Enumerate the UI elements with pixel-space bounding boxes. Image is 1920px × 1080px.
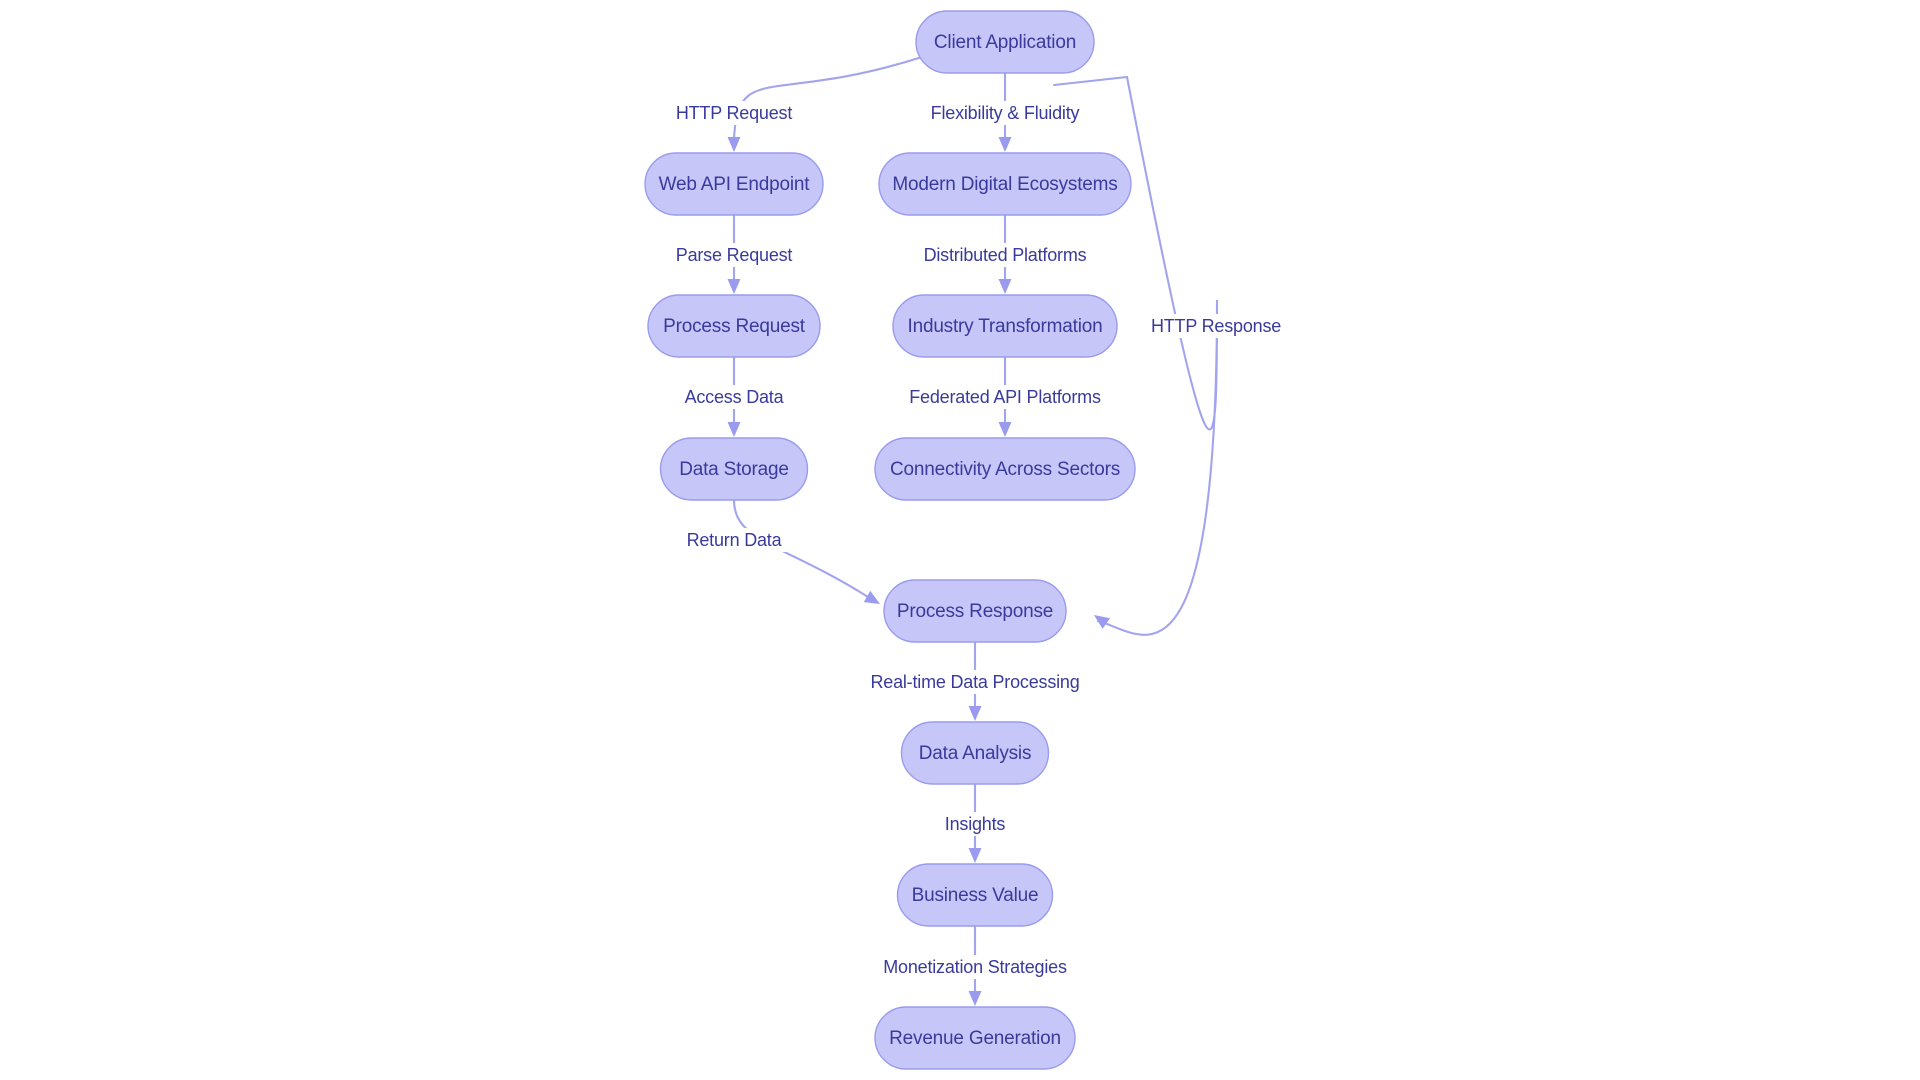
- edge-line: [732, 55, 924, 141]
- edge-arrowhead: [968, 991, 982, 1006]
- edge-label-access-data: Access Data: [680, 385, 788, 409]
- edge-label-http-response: HTTP Response: [1151, 314, 1281, 338]
- edge-label-text: Distributed Platforms: [924, 245, 1087, 265]
- node-revenue-generation[interactable]: Revenue Generation: [874, 1006, 1076, 1070]
- edge-label-text: Parse Request: [676, 245, 793, 265]
- edge-arrowhead: [998, 137, 1012, 152]
- node-label: Data Analysis: [919, 743, 1032, 764]
- node-label: Revenue Generation: [889, 1028, 1061, 1049]
- node-label: Web API Endpoint: [659, 174, 811, 195]
- edge-label-text: HTTP Request: [676, 103, 793, 123]
- edge-return-data: [732, 498, 880, 604]
- node-modern-digital-ecosystems[interactable]: Modern Digital Ecosystems: [878, 152, 1132, 216]
- node-label: Process Response: [897, 601, 1053, 622]
- node-industry-transformation[interactable]: Industry Transformation: [892, 294, 1118, 358]
- node-web-api-endpoint[interactable]: Web API Endpoint: [644, 152, 824, 216]
- edge-label-text: Access Data: [685, 387, 785, 407]
- node-data-storage[interactable]: Data Storage: [659, 437, 809, 501]
- edge-arrowhead: [1094, 615, 1111, 629]
- edge-label-monetization-strategies: Monetization Strategies: [867, 955, 1083, 979]
- node-label: Process Request: [663, 316, 806, 337]
- edge-arrowhead: [968, 706, 982, 721]
- node-data-analysis[interactable]: Data Analysis: [900, 721, 1050, 785]
- edge-arrowhead: [727, 422, 741, 437]
- node-label: Industry Transformation: [908, 316, 1103, 337]
- edge-label-text: Real-time Data Processing: [870, 672, 1079, 692]
- edge-labels-layer: HTTP Request Flexibility & Fluidity Parse …: [671, 101, 1281, 979]
- node-label: Modern Digital Ecosystems: [892, 174, 1117, 195]
- edge-label-insights: Insights: [934, 812, 1016, 836]
- edge-label-text: Monetization Strategies: [883, 957, 1067, 977]
- node-client-application[interactable]: Client Application: [915, 10, 1095, 74]
- node-process-response[interactable]: Process Response: [883, 579, 1067, 643]
- edge-arrowhead: [998, 422, 1012, 437]
- edge-label-text: Return Data: [687, 530, 783, 550]
- edge-arrowhead: [727, 137, 741, 152]
- node-business-value[interactable]: Business Value: [896, 863, 1054, 927]
- node-label: Connectivity Across Sectors: [890, 459, 1120, 480]
- edge-arrowhead: [968, 848, 982, 863]
- edge-label-text: Flexibility & Fluidity: [931, 103, 1080, 123]
- edge-label-text: Federated API Platforms: [909, 387, 1101, 407]
- node-connectivity-across-sectors[interactable]: Connectivity Across Sectors: [874, 437, 1136, 501]
- node-label: Business Value: [912, 885, 1039, 906]
- edge-label-federated-api-platforms: Federated API Platforms: [897, 385, 1113, 409]
- flowchart-canvas: Client Application Web API Endpoint Modern…: [0, 0, 1920, 1080]
- edge-label-realtime-data-processing: Real-time Data Processing: [858, 670, 1092, 694]
- edge-arrowhead: [727, 279, 741, 294]
- edge-arrowhead: [998, 279, 1012, 294]
- edge-label-distributed-platforms: Distributed Platforms: [906, 243, 1104, 267]
- node-label: Client Application: [934, 32, 1076, 53]
- edge-label-parse-request: Parse Request: [671, 243, 797, 267]
- edge-label-flexibility-fluidity: Flexibility & Fluidity: [902, 101, 1108, 125]
- edge-arrowhead: [863, 590, 880, 604]
- edge-label-text: Insights: [945, 814, 1006, 834]
- edge-label-text: HTTP Response: [1151, 316, 1281, 336]
- edge-label-http-request: HTTP Request: [675, 101, 793, 125]
- edge-label-return-data: Return Data: [680, 528, 788, 552]
- flowchart-svg: Client Application Web API Endpoint Modern…: [644, 10, 1281, 1070]
- node-process-request[interactable]: Process Request: [647, 294, 821, 358]
- node-label: Data Storage: [679, 459, 789, 480]
